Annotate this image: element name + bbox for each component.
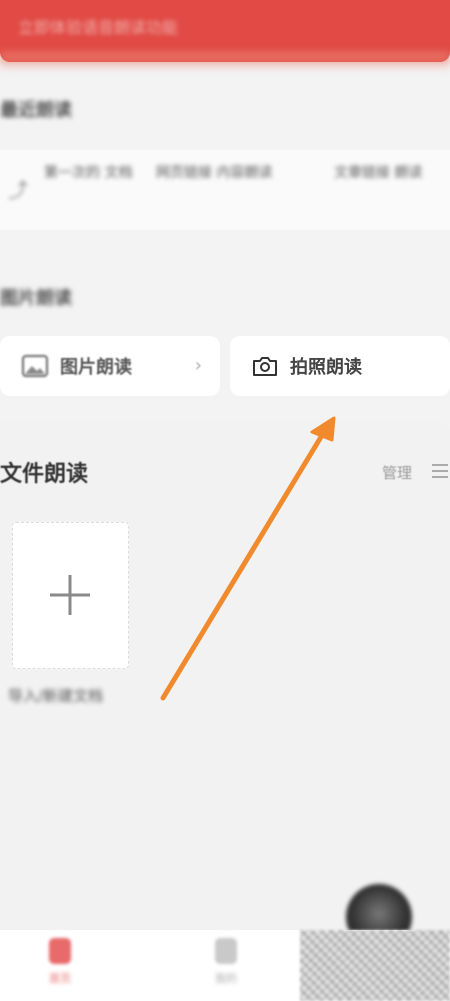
banner-text: 立即体验语音朗读功能: [18, 18, 179, 37]
image-icon: [18, 349, 52, 383]
files-section-title: 文件朗读: [0, 462, 89, 487]
home-icon: [49, 938, 71, 964]
nav-home-label: 首页: [49, 972, 71, 985]
nav-tab-home[interactable]: 首页: [30, 938, 90, 986]
camera-icon: [248, 349, 282, 383]
photo-read-card[interactable]: 拍照朗读: [230, 336, 450, 396]
nav-mine-label: 我的: [215, 972, 237, 985]
profile-icon: [215, 938, 237, 964]
add-file-caption: 导入/新建文档: [8, 687, 104, 705]
list-icon[interactable]: [430, 461, 450, 481]
banner-shadow: [0, 52, 450, 70]
recent-section-title: 最近朗读: [0, 100, 72, 121]
plus-icon: [48, 573, 92, 617]
recent-item[interactable]: 文章链接 朗读: [334, 162, 450, 184]
share-icon: ⤴: [8, 178, 28, 202]
picture-read-label: 图片朗读: [60, 357, 132, 378]
mosaic-watermark: [300, 930, 450, 1001]
manage-button[interactable]: 管理: [382, 462, 412, 483]
files-panel: [0, 420, 450, 940]
add-file-tile[interactable]: [12, 522, 129, 669]
recent-item[interactable]: 第一次的 文档: [44, 162, 134, 184]
image-read-section-title: 图片朗读: [0, 288, 72, 309]
app-screen: 立即体验语音朗读功能 最近朗读 ⤴ 第一次的 文档 网页链接 内容朗读 文章链接…: [0, 0, 450, 1001]
nav-tab-mine[interactable]: 我的: [196, 938, 256, 986]
chevron-right-icon: ›: [194, 355, 202, 376]
top-banner[interactable]: 立即体验语音朗读功能: [0, 0, 450, 70]
photo-read-label: 拍照朗读: [290, 357, 362, 378]
recent-item[interactable]: 网页链接 内容朗读: [156, 162, 316, 184]
picture-read-card[interactable]: 图片朗读 ›: [0, 336, 220, 396]
recent-list: ⤴ 第一次的 文档 网页链接 内容朗读 文章链接 朗读: [0, 150, 450, 230]
